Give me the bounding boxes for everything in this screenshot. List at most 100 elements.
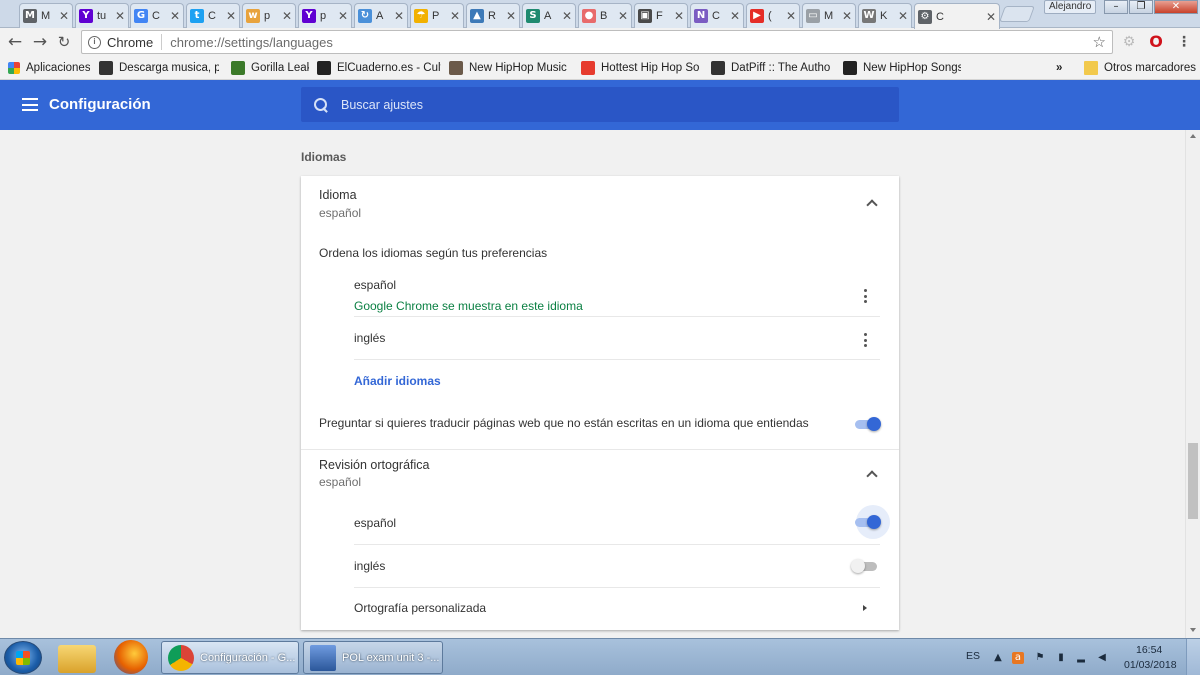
browser-tab[interactable]: S A ✕: [522, 3, 576, 28]
profile-button[interactable]: Alejandro: [1044, 0, 1097, 14]
scroll-up-arrow-icon[interactable]: [1190, 134, 1196, 138]
close-tab-icon[interactable]: ✕: [170, 9, 180, 23]
browser-tab[interactable]: ↻ A ✕: [354, 3, 408, 28]
browser-tab[interactable]: w p ✕: [242, 3, 296, 28]
opera-icon[interactable]: O: [1146, 32, 1166, 52]
bookmarks-overflow-button[interactable]: »: [1056, 59, 1068, 77]
close-tab-icon[interactable]: ✕: [730, 9, 740, 23]
apps-bookmark[interactable]: Aplicaciones: [8, 59, 90, 77]
bookmark-item[interactable]: ElCuaderno.es - Cultu: [317, 59, 441, 77]
hamburger-menu-icon[interactable]: [22, 98, 38, 111]
volume-icon[interactable]: ◀: [1096, 652, 1108, 664]
restore-button[interactable]: ❐: [1129, 0, 1153, 14]
action-center-flag-icon[interactable]: ⚑: [1034, 652, 1046, 664]
address-bar[interactable]: i Chrome chrome://settings/languages ☆: [81, 30, 1113, 54]
chrome-menu-icon[interactable]: ⋮: [1174, 32, 1194, 52]
bookmark-item[interactable]: Gorilla Leak: [231, 59, 309, 77]
file-explorer-icon[interactable]: [58, 645, 96, 673]
spellcheck-english-toggle[interactable]: [851, 559, 879, 573]
close-tab-icon[interactable]: ✕: [59, 9, 69, 23]
show-hidden-icons-icon[interactable]: ▲: [992, 652, 1004, 664]
scroll-thumb[interactable]: [1188, 443, 1198, 519]
clock-date[interactable]: 01/03/2018: [1124, 659, 1177, 671]
browser-tab[interactable]: N C ✕: [690, 3, 744, 28]
tab-title: A: [544, 10, 552, 22]
close-tab-icon[interactable]: ✕: [898, 9, 908, 23]
network-signal-icon[interactable]: ▂: [1075, 652, 1087, 664]
custom-spelling-row[interactable]: Ortografía personalizada: [301, 588, 899, 630]
page-title: Configuración: [49, 96, 151, 113]
close-tab-icon[interactable]: ✕: [618, 9, 628, 23]
forward-button[interactable]: →: [29, 31, 51, 53]
apps-grid-icon: [8, 62, 20, 74]
taskbar-item-label: POL exam unit 3 -...: [342, 651, 440, 664]
show-desktop-button[interactable]: [1186, 639, 1200, 675]
minimize-button[interactable]: –: [1104, 0, 1128, 14]
chevron-up-icon[interactable]: [866, 470, 878, 482]
browser-tab[interactable]: G C ✕: [130, 3, 184, 28]
close-tab-icon[interactable]: ✕: [394, 9, 404, 23]
input-language-indicator[interactable]: ES: [966, 650, 980, 662]
browser-tab[interactable]: t C ✕: [186, 3, 240, 28]
tab-title: F: [656, 10, 663, 22]
close-tab-icon[interactable]: ✕: [115, 9, 125, 23]
reload-button[interactable]: ↻: [53, 31, 75, 53]
search-input[interactable]: [341, 97, 881, 112]
add-languages-button[interactable]: Añadir idiomas: [354, 374, 441, 388]
more-options-icon[interactable]: [864, 333, 868, 350]
site-info-icon[interactable]: i: [88, 35, 101, 49]
taskbar-item-word[interactable]: POL exam unit 3 -...: [303, 641, 443, 674]
browser-tab[interactable]: Yp ✕: [298, 3, 352, 28]
scroll-down-arrow-icon[interactable]: [1190, 628, 1196, 632]
browser-tab[interactable]: ● B ✕: [578, 3, 632, 28]
bookmark-label: New HipHop Songs,: [863, 62, 961, 74]
page-scrollbar[interactable]: [1185, 130, 1200, 638]
close-tab-icon[interactable]: ✕: [282, 9, 292, 23]
close-window-button[interactable]: ✕: [1154, 0, 1198, 14]
close-tab-icon[interactable]: ✕: [506, 9, 516, 23]
browser-tab[interactable]: ▣ F ✕: [634, 3, 688, 28]
close-tab-icon[interactable]: ✕: [450, 9, 460, 23]
browser-tab[interactable]: ☂ P ✕: [410, 3, 464, 28]
bookmark-item[interactable]: Hottest Hip Hop Son: [581, 59, 699, 77]
chevron-up-icon[interactable]: [866, 199, 878, 211]
spellcheck-spanish-toggle[interactable]: [853, 515, 881, 529]
browser-tab[interactable]: ▭ M ✕: [802, 3, 856, 28]
avast-icon[interactable]: a: [1012, 652, 1024, 664]
browser-tab[interactable]: ▶ (✕: [746, 3, 800, 28]
browser-tab[interactable]: M M ✕: [19, 3, 73, 28]
bookmark-item[interactable]: Descarga musica, pel: [99, 59, 219, 77]
bookmark-item[interactable]: DatPiff :: The Authorit: [711, 59, 831, 77]
browser-tab[interactable]: ⚙ C ✕: [914, 3, 1000, 29]
bookmark-item[interactable]: New HipHop Music D: [449, 59, 569, 77]
browser-tab[interactable]: Ytu ✕: [75, 3, 129, 28]
close-tab-icon[interactable]: ✕: [226, 9, 236, 23]
extension-puzzle-icon[interactable]: ⚙: [1119, 32, 1139, 52]
browser-tab[interactable]: ▲ R ✕: [466, 3, 520, 28]
language-name: inglés: [354, 559, 386, 573]
close-tab-icon[interactable]: ✕: [986, 10, 996, 24]
new-tab-button[interactable]: [999, 6, 1035, 22]
close-tab-icon[interactable]: ✕: [674, 9, 684, 23]
car-icon: [99, 61, 113, 75]
start-button[interactable]: [4, 641, 42, 674]
settings-search[interactable]: [301, 87, 899, 122]
close-tab-icon[interactable]: ✕: [786, 9, 796, 23]
browser-tab[interactable]: W K ✕: [858, 3, 912, 28]
close-tab-icon[interactable]: ✕: [562, 9, 572, 23]
clock-time[interactable]: 16:54: [1136, 644, 1162, 656]
bookmark-item[interactable]: New HipHop Songs,: [843, 59, 961, 77]
close-tab-icon[interactable]: ✕: [338, 9, 348, 23]
other-bookmarks-folder[interactable]: Otros marcadores: [1084, 59, 1196, 77]
translate-offer-toggle[interactable]: [853, 417, 881, 431]
back-button[interactable]: ←: [4, 31, 26, 53]
taskbar-item-chrome[interactable]: Configuración - G...: [161, 641, 299, 674]
more-options-icon[interactable]: [864, 289, 868, 306]
firefox-icon[interactable]: [114, 640, 148, 674]
close-tab-icon[interactable]: ✕: [842, 9, 852, 23]
battery-icon[interactable]: ▮: [1055, 652, 1067, 664]
spellcheck-collapse-row[interactable]: Revisión ortográfica español: [301, 450, 899, 498]
omnibox-url[interactable]: chrome://settings/languages: [170, 35, 333, 50]
language-collapse-row[interactable]: Idioma español: [301, 176, 899, 228]
bookmark-star-icon[interactable]: ☆: [1093, 33, 1106, 51]
